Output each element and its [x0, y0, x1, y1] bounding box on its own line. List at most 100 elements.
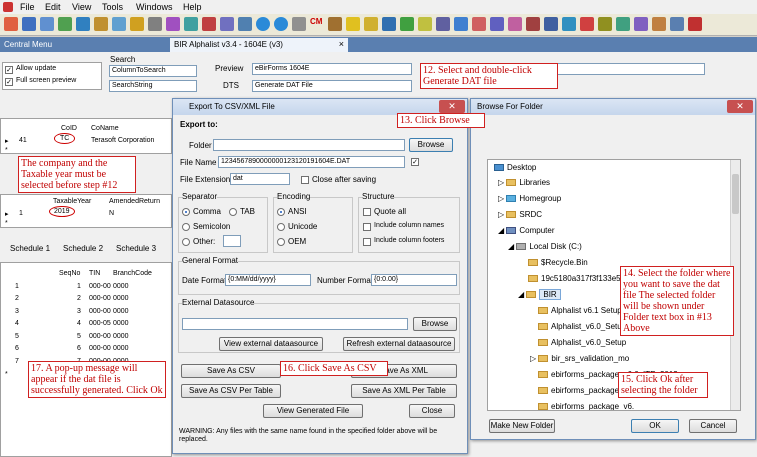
report-icon[interactable]: [166, 17, 180, 31]
network-icon[interactable]: [562, 17, 576, 31]
coid-cell[interactable]: TC: [54, 133, 76, 144]
refresh-external-datasource-button[interactable]: Refresh external dataasource: [343, 337, 455, 351]
tree-item-local-disk[interactable]: ◢ Local Disk (C:): [508, 242, 582, 251]
tree-item-libraries[interactable]: ▷ Libraries: [498, 178, 550, 187]
calc-icon[interactable]: [238, 17, 252, 31]
menu-windows[interactable]: Windows: [136, 2, 173, 12]
tree-item-srdc[interactable]: ▷ SRDC: [498, 210, 542, 219]
tree-item-computer[interactable]: ◢ Computer: [498, 226, 555, 235]
settings-icon[interactable]: [292, 17, 306, 31]
seqno-cell[interactable]: 3: [77, 308, 81, 315]
amended-cell[interactable]: N: [109, 210, 114, 217]
delete-icon[interactable]: [202, 17, 216, 31]
tin-cell[interactable]: 000-00: [89, 283, 111, 290]
right-select[interactable]: [555, 63, 705, 75]
branchcode-cell[interactable]: 0000: [113, 308, 129, 315]
tin-cell[interactable]: 000-00: [89, 295, 111, 302]
tree-item-homegroup[interactable]: ▷ Homegroup: [498, 194, 561, 203]
tree-item-recycle-bin[interactable]: $Recycle.Bin: [528, 258, 588, 267]
tin-cell[interactable]: 000-00: [89, 345, 111, 352]
number-format-select[interactable]: {0:0.00}: [371, 274, 457, 286]
close-icon[interactable]: ✕: [727, 100, 753, 113]
seqno-cell[interactable]: 1: [77, 283, 81, 290]
scrollbar-thumb[interactable]: [732, 174, 739, 214]
menu-help[interactable]: Help: [183, 2, 202, 12]
include-column-footers-checkbox[interactable]: [363, 238, 371, 246]
branchcode-cell[interactable]: 0000: [113, 345, 129, 352]
sync-icon[interactable]: [616, 17, 630, 31]
grid-icon[interactable]: [148, 17, 162, 31]
folder-browse-button[interactable]: Browse: [409, 138, 453, 152]
coname-cell[interactable]: Terasoft Corporation: [91, 137, 154, 144]
folder-icon[interactable]: [94, 17, 108, 31]
note-icon[interactable]: [418, 17, 432, 31]
search-string-input[interactable]: SearchString: [109, 80, 197, 92]
oem-radio[interactable]: [277, 238, 285, 246]
view-generated-file-button[interactable]: View Generated File: [263, 404, 363, 418]
save-as-csv-button[interactable]: Save As CSV: [181, 364, 281, 378]
plugin-icon[interactable]: [634, 17, 648, 31]
view-external-datasource-button[interactable]: View external dataasource: [219, 337, 323, 351]
other-separator-input[interactable]: [223, 235, 241, 247]
save-icon[interactable]: [40, 17, 54, 31]
archive-icon[interactable]: [652, 17, 666, 31]
search-column-select[interactable]: ColumnToSearch: [109, 65, 197, 77]
external-datasource-input[interactable]: [182, 318, 408, 330]
date-format-select[interactable]: {0:MM/dd/yyyy}: [225, 274, 311, 286]
menu-file[interactable]: File: [20, 2, 35, 12]
calendar-icon[interactable]: [598, 17, 612, 31]
tin-cell[interactable]: 000-00: [89, 308, 111, 315]
tree-item-desktop[interactable]: Desktop: [494, 163, 536, 172]
close-button[interactable]: Close: [409, 404, 455, 418]
help-icon[interactable]: [256, 17, 270, 31]
taxable-year-cell[interactable]: 2019: [49, 206, 75, 217]
home-icon[interactable]: [76, 17, 90, 31]
unicode-radio[interactable]: [277, 223, 285, 231]
tree-item-alphalist-60b[interactable]: Alphalist_v6.0_Setup: [538, 338, 626, 347]
export-icon[interactable]: [184, 17, 198, 31]
branchcode-cell[interactable]: 0000: [113, 295, 129, 302]
users-icon[interactable]: [490, 17, 504, 31]
ok-button[interactable]: OK: [631, 419, 679, 433]
external-browse-button[interactable]: Browse: [413, 317, 457, 331]
comma-radio[interactable]: [182, 208, 190, 216]
info-icon[interactable]: [274, 17, 288, 31]
cm-icon[interactable]: CM: [310, 17, 322, 31]
window-icon[interactable]: [220, 17, 234, 31]
full-screen-checkbox[interactable]: ✓: [5, 78, 13, 86]
refresh-icon[interactable]: [112, 17, 126, 31]
semicolon-radio[interactable]: [182, 223, 190, 231]
database-icon[interactable]: [544, 17, 558, 31]
tools-icon[interactable]: [526, 17, 540, 31]
file-extension-select[interactable]: dat: [230, 173, 290, 185]
close-after-checkbox[interactable]: [301, 176, 309, 184]
stop-icon[interactable]: [580, 17, 594, 31]
dts-select[interactable]: Generate DAT File: [252, 80, 412, 92]
star-icon[interactable]: [346, 17, 360, 31]
excel-icon[interactable]: [400, 17, 414, 31]
open-icon[interactable]: [22, 17, 36, 31]
quote-all-checkbox[interactable]: [363, 208, 371, 216]
tab-schedule-2[interactable]: Schedule 2: [63, 244, 103, 253]
cancel-button[interactable]: Cancel: [689, 419, 737, 433]
tin-cell[interactable]: 000-00: [89, 333, 111, 340]
tab-schedule-1[interactable]: Schedule 1: [10, 244, 50, 253]
folder-input[interactable]: [213, 139, 405, 151]
lock-icon[interactable]: [508, 17, 522, 31]
seqno-cell[interactable]: 2: [77, 295, 81, 302]
allow-update-checkbox[interactable]: ✓: [5, 66, 13, 74]
save-as-xml-per-table-button[interactable]: Save As XML Per Table: [351, 384, 457, 398]
new-icon[interactable]: [4, 17, 18, 31]
key-icon[interactable]: [364, 17, 378, 31]
tab-bir-alphalist[interactable]: BIR Alphalist v3.4 - 1604E (v3) ×: [170, 38, 348, 52]
branchcode-cell[interactable]: 0000: [113, 333, 129, 340]
chart-icon[interactable]: [472, 17, 486, 31]
table-icon[interactable]: [436, 17, 450, 31]
seqno-cell[interactable]: 4: [77, 320, 81, 327]
seqno-cell[interactable]: 5: [77, 333, 81, 340]
seqno-cell[interactable]: 6: [77, 345, 81, 352]
tool-icon[interactable]: [328, 17, 342, 31]
layout-icon[interactable]: [670, 17, 684, 31]
exit-icon[interactable]: [688, 17, 702, 31]
branchcode-cell[interactable]: 0000: [113, 283, 129, 290]
